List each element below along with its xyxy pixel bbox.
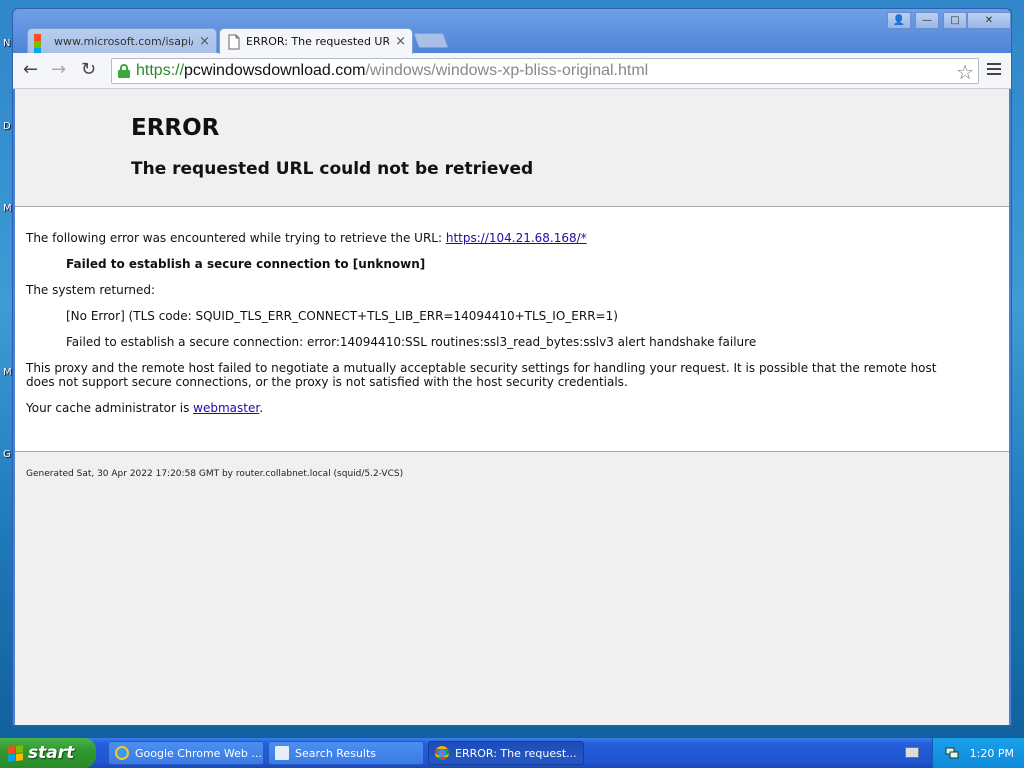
keyboard-icon[interactable] bbox=[905, 747, 919, 758]
failure-message: Failed to establish a secure connection … bbox=[66, 257, 426, 271]
microsoft-logo-icon bbox=[34, 33, 50, 54]
forward-button[interactable]: → bbox=[51, 61, 66, 79]
tab-title: ERROR: The requested URL bbox=[246, 35, 390, 48]
network-icon[interactable] bbox=[945, 746, 959, 760]
back-button[interactable]: ← bbox=[23, 61, 38, 79]
chrome-icon bbox=[435, 746, 449, 760]
tab-title: www.microsoft.com/isapi/re bbox=[54, 35, 194, 48]
tls-error-text: [No Error] (TLS code: SQUID_TLS_ERR_CONN… bbox=[66, 309, 618, 323]
error-header: ERROR The requested URL could not be ret… bbox=[15, 89, 1009, 207]
url-path: /windows/windows-xp-bliss-original.html bbox=[365, 62, 649, 79]
maximize-button[interactable]: □ bbox=[943, 12, 967, 29]
lock-icon[interactable] bbox=[118, 64, 130, 78]
bookmark-star-icon[interactable]: ☆ bbox=[956, 60, 974, 85]
desktop-icon-label[interactable]: D bbox=[3, 121, 11, 132]
taskbar-item-ie[interactable]: Google Chrome Web ... bbox=[108, 741, 264, 765]
taskbar: start Google Chrome Web ... Search Resul… bbox=[0, 738, 1024, 768]
explanation-line-1: This proxy and the remote host failed to… bbox=[26, 361, 937, 375]
explanation-line-2: does not support secure connections, or … bbox=[26, 375, 628, 389]
url-scheme: https:// bbox=[136, 62, 185, 79]
tab-close-icon[interactable]: × bbox=[199, 34, 210, 49]
menu-icon[interactable] bbox=[987, 63, 1001, 78]
error-url-link[interactable]: https://104.21.68.168/* bbox=[446, 231, 587, 245]
taskbar-item-label: ERROR: The request... bbox=[455, 746, 577, 760]
admin-suffix: . bbox=[259, 401, 264, 415]
start-label: start bbox=[28, 743, 75, 763]
document-icon bbox=[226, 34, 242, 50]
browser-toolbar: ← → ↻ https:// pcwindowsdownload.com /wi… bbox=[13, 53, 1011, 89]
desktop-icon-label[interactable]: M bbox=[3, 203, 12, 214]
browser-window: www.microsoft.com/isapi/re × ERROR: The … bbox=[12, 8, 1012, 726]
page-title: ERROR bbox=[131, 115, 220, 141]
admin-line: Your cache administrator is webmaster. bbox=[26, 401, 263, 415]
start-button[interactable]: start bbox=[0, 738, 96, 768]
new-tab-button[interactable] bbox=[413, 33, 449, 48]
address-bar[interactable]: https:// pcwindowsdownload.com /windows/… bbox=[111, 58, 979, 84]
generated-footer: Generated Sat, 30 Apr 2022 17:20:58 GMT … bbox=[26, 469, 404, 479]
ie-icon bbox=[115, 746, 129, 760]
intro-line: The following error was encountered whil… bbox=[26, 231, 587, 245]
taskbar-item-search-results[interactable]: Search Results bbox=[268, 741, 424, 765]
desktop-icon-label[interactable]: N bbox=[3, 38, 10, 49]
page-content: ERROR The requested URL could not be ret… bbox=[15, 89, 1009, 725]
user-button[interactable]: 👤 bbox=[887, 12, 911, 29]
system-returned-label: The system returned: bbox=[26, 283, 156, 297]
desktop-icon-label[interactable]: M bbox=[3, 367, 12, 378]
taskbar-item-chrome[interactable]: ERROR: The request... bbox=[428, 741, 584, 765]
search-results-icon bbox=[275, 746, 289, 760]
system-tray: 1:20 PM bbox=[932, 738, 1024, 768]
tab-error[interactable]: ERROR: The requested URL × bbox=[219, 28, 413, 54]
taskbar-item-label: Search Results bbox=[295, 746, 377, 760]
error-body: The following error was encountered whil… bbox=[15, 207, 1009, 452]
close-window-button[interactable]: ✕ bbox=[967, 12, 1011, 29]
tab-close-icon[interactable]: × bbox=[395, 34, 406, 49]
windows-logo-icon bbox=[8, 744, 23, 762]
webmaster-link[interactable]: webmaster bbox=[193, 401, 259, 415]
title-bar[interactable]: www.microsoft.com/isapi/re × ERROR: The … bbox=[13, 9, 1011, 54]
page-subtitle: The requested URL could not be retrieved bbox=[131, 159, 534, 179]
desktop-icon-label[interactable]: G bbox=[3, 449, 11, 460]
tab-microsoft[interactable]: www.microsoft.com/isapi/re × bbox=[27, 28, 217, 54]
admin-prefix: Your cache administrator is bbox=[26, 401, 194, 415]
minimize-button[interactable]: — bbox=[915, 12, 939, 29]
url-host: pcwindowsdownload.com bbox=[184, 62, 366, 79]
clock[interactable]: 1:20 PM bbox=[970, 747, 1014, 760]
intro-text: The following error was encountered whil… bbox=[26, 231, 446, 245]
taskbar-item-label: Google Chrome Web ... bbox=[135, 746, 262, 760]
reload-button[interactable]: ↻ bbox=[81, 61, 96, 79]
ssl-error-text: Failed to establish a secure connection:… bbox=[66, 335, 757, 349]
